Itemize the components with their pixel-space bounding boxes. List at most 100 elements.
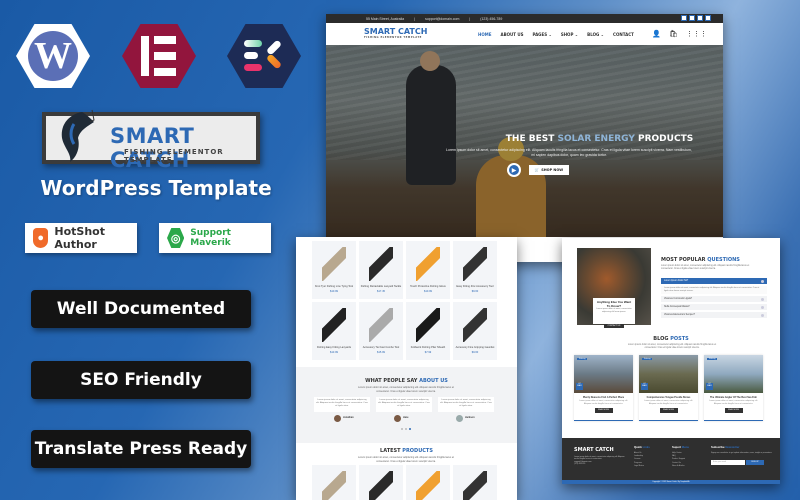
- read-more-button[interactable]: READ MORE: [659, 408, 678, 414]
- product-name[interactable]: Fishing Retractable Lanyard Tackle: [359, 285, 403, 288]
- product-image[interactable]: [322, 308, 346, 342]
- slider-dot[interactable]: [405, 428, 407, 430]
- product-image[interactable]: [369, 247, 393, 281]
- nav-shop[interactable]: SHOP ⌄: [561, 32, 578, 37]
- faq-item[interactable]: Vivamus Elementum Semper?: [661, 312, 767, 318]
- product-price: $10.99: [424, 290, 432, 293]
- product-card[interactable]: Knot Tyer Fishing Line Tying Tool $10.99: [312, 241, 356, 299]
- product-name[interactable]: Knot Tyer Fishing Line Tying Tool: [312, 285, 356, 288]
- product-image[interactable]: [416, 247, 440, 281]
- phone-text[interactable]: (123) 456-789: [480, 17, 502, 21]
- user-icon[interactable]: 👤: [652, 30, 661, 38]
- faq-item-open[interactable]: Lorem Ipsum Dolor Sit?: [661, 278, 767, 284]
- footer-phone[interactable]: (123) 456-789: [574, 463, 626, 465]
- blog-card[interactable]: Fishing 07 MAR Plenty Reasons Fish A Perfe…: [574, 355, 633, 421]
- blog-category[interactable]: Fishing: [577, 358, 588, 360]
- product-card[interactable]: [453, 465, 497, 500]
- grid-menu-icon[interactable]: ⋮⋮⋮: [686, 30, 707, 38]
- product-price: $9.60: [471, 290, 479, 293]
- blog-post-title[interactable]: Comprehensive Tongue Poodle Bonus: [639, 396, 698, 399]
- product-name[interactable]: Accessory Fine Gripping Gauntlet: [453, 346, 497, 349]
- email-text[interactable]: support@domain.com: [425, 17, 459, 21]
- nav-pages[interactable]: PAGES ⌄: [533, 32, 552, 37]
- product-card[interactable]: [359, 465, 403, 500]
- faq-title: MOST POPULAR QUESTIONS: [661, 257, 740, 263]
- newsletter-email-input[interactable]: Enter your email: [711, 460, 745, 465]
- blog-date: 07 MAR: [706, 383, 713, 390]
- blog-category[interactable]: Fishing: [642, 358, 653, 360]
- product-image[interactable]: [463, 308, 487, 342]
- nav-blog[interactable]: BLOG ⌄: [587, 32, 604, 37]
- footer-logo[interactable]: SMART CATCH: [574, 447, 614, 453]
- product-card[interactable]: [406, 465, 450, 500]
- product-name[interactable]: Easy Fitting Zinc Accessory Tool: [453, 285, 497, 288]
- product-image[interactable]: [416, 471, 440, 500]
- slider-dot-active[interactable]: [409, 428, 411, 430]
- avatar: [394, 415, 401, 422]
- nav-home[interactable]: HOME: [478, 32, 491, 37]
- shopping-bag-icon[interactable]: 🛍: [669, 30, 678, 38]
- blog-excerpt: Lorem ipsum dolor sit amet, consectetur …: [579, 400, 628, 405]
- blog-image[interactable]: Fishing 07 MAR: [639, 355, 698, 393]
- feature-seo-friendly: SEO Friendly: [31, 361, 251, 399]
- product-image[interactable]: [369, 471, 393, 500]
- nav-menu: HOME ABOUT US PAGES ⌄ SHOP ⌄ BLOG ⌄ CONT…: [478, 32, 634, 37]
- product-card[interactable]: Foldwork Fishing Plier Sheath $7.99: [406, 302, 450, 360]
- blog-image[interactable]: Fishing 07 MAR: [574, 355, 633, 393]
- product-price: $9.60: [471, 351, 479, 354]
- nav-about-us[interactable]: ABOUT US: [500, 32, 523, 37]
- blog-category[interactable]: Fishing: [707, 358, 718, 360]
- faq-contact-card: Anything Else You Want To Know? Lorem ip…: [593, 298, 635, 328]
- product-image[interactable]: [322, 471, 346, 500]
- product-image[interactable]: [322, 247, 346, 281]
- product-card[interactable]: Fishing Easy Fitting Lanyards $13.99: [312, 302, 356, 360]
- product-price: $7.99: [424, 351, 432, 354]
- product-price: $10.99: [330, 290, 338, 293]
- site-logo[interactable]: SMART CATCH FISHING ELEMENTOR TEMPLATE: [364, 27, 427, 39]
- product-card[interactable]: Accessory Tie Fast Combo Tool $15.99: [359, 302, 403, 360]
- sign-up-button[interactable]: SIGN UP: [746, 460, 764, 465]
- footer-support-menu: Suport Menu Help Center FAQ Product Supp…: [672, 445, 690, 468]
- faq-item[interactable]: Nulla Consequat Massa?: [661, 304, 767, 310]
- contact-us-button[interactable]: CONTACT US: [603, 324, 625, 328]
- blog-card[interactable]: Fishing 07 MAR Comprehensive Tongue Poodle…: [639, 355, 698, 421]
- slider-dot[interactable]: [401, 428, 403, 430]
- youtube-icon[interactable]: [705, 15, 711, 21]
- product-card[interactable]: [312, 465, 356, 500]
- faq-image: Anything Else You Want To Know? Lorem ip…: [577, 248, 651, 328]
- twitter-icon[interactable]: [697, 15, 703, 21]
- wordpress-icon: W: [28, 31, 78, 81]
- product-name[interactable]: Accessory Tie Fast Combo Tool: [359, 346, 403, 349]
- feature-translate-press-ready: Translate Press Ready: [31, 430, 251, 468]
- read-more-button[interactable]: READ MORE: [724, 408, 743, 414]
- faq-item[interactable]: Vivamus Commodo Ligula?: [661, 296, 767, 302]
- shop-now-button[interactable]: 🛒 SHOP NOW: [529, 165, 569, 175]
- play-video-button[interactable]: ▶: [507, 163, 521, 177]
- product-name[interactable]: Touch Protective Fishing Glove: [406, 285, 450, 288]
- homepage-hero-preview: 55 Main Street, Australia | support@doma…: [326, 14, 723, 262]
- blog-post-title[interactable]: The Ultimate Angler Of The Best Sea Fish: [704, 396, 763, 399]
- product-card[interactable]: Touch Protective Fishing Glove $10.99: [406, 241, 450, 299]
- product-image[interactable]: [463, 247, 487, 281]
- product-card[interactable]: Accessory Fine Gripping Gauntlet $9.60: [453, 302, 497, 360]
- blog-image[interactable]: Fishing 07 MAR: [704, 355, 763, 393]
- product-name[interactable]: Foldwork Fishing Plier Sheath: [406, 346, 450, 349]
- product-image[interactable]: [416, 308, 440, 342]
- nav-contact[interactable]: CONTACT: [613, 32, 634, 37]
- instagram-icon[interactable]: [689, 15, 695, 21]
- footer-link[interactable]: Legal Notice: [634, 465, 650, 468]
- facebook-icon[interactable]: [681, 15, 687, 21]
- footer-link[interactable]: News & Articles: [672, 465, 689, 468]
- product-image[interactable]: [369, 308, 393, 342]
- address-text: 55 Main Street, Australia: [366, 16, 405, 21]
- read-more-button[interactable]: READ MORE: [594, 408, 613, 414]
- product-image[interactable]: [463, 471, 487, 500]
- product-card[interactable]: Easy Fitting Zinc Accessory Tool $9.60: [453, 241, 497, 299]
- faq-answer: Lorem ipsum dolor sit amet, consectetur …: [661, 286, 767, 294]
- product-card[interactable]: Fishing Retractable Lanyard Tackle $17.45: [359, 241, 403, 299]
- testimonial-author: Jane: [403, 416, 409, 419]
- blog-card[interactable]: Fishing 07 MAR The Ultimate Angler Of The …: [704, 355, 763, 421]
- main-navbar: SMART CATCH FISHING ELEMENTOR TEMPLATE H…: [326, 23, 723, 45]
- faq-blog-preview: Anything Else You Want To Know? Lorem ip…: [562, 238, 780, 484]
- product-name[interactable]: Fishing Easy Fitting Lanyards: [312, 346, 356, 349]
